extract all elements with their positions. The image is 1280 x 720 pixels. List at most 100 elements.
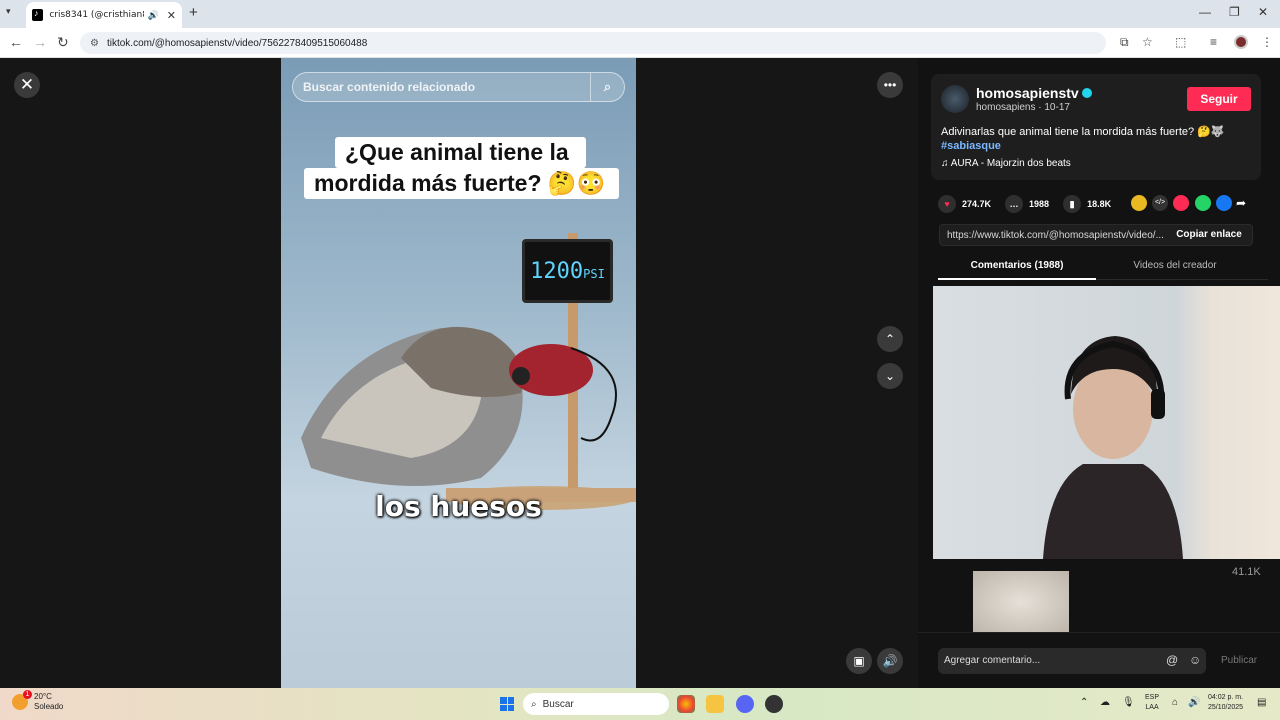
- previous-video-icon[interactable]: ⌃: [877, 326, 903, 352]
- whatsapp-icon[interactable]: [1195, 195, 1211, 211]
- close-tab-icon[interactable]: ✕: [167, 9, 176, 22]
- psi-unit: PSI: [583, 267, 605, 281]
- bookmark-star-icon[interactable]: ☆: [1142, 35, 1153, 49]
- author-card: homosapienstv homosapiens · 10-17 Seguir…: [931, 74, 1261, 180]
- forward-icon[interactable]: →: [33, 34, 47, 50]
- weather-temp: 20°C: [34, 692, 52, 701]
- coin-share-icon[interactable]: [1131, 195, 1147, 211]
- author-username[interactable]: homosapienstv: [976, 85, 1092, 101]
- next-video-icon[interactable]: ⌄: [877, 363, 903, 389]
- microphone-icon[interactable]: 🎙: [1122, 697, 1135, 708]
- window-close-icon[interactable]: ✕: [1258, 5, 1268, 19]
- extensions-icon[interactable]: ⬚: [1175, 35, 1186, 49]
- like-count: 274.7K: [962, 199, 992, 209]
- music-info[interactable]: ♫ AURA - Majorzin dos beats: [941, 158, 1071, 169]
- psi-display: 1200PSI: [522, 239, 613, 303]
- author-avatar[interactable]: [941, 85, 969, 113]
- save-button[interactable]: ▮ 18.8K: [1063, 195, 1111, 213]
- close-icon[interactable]: ✕: [14, 72, 40, 98]
- comment-like-count: 41.1K: [1232, 566, 1261, 578]
- media-controls-icon[interactable]: ≡: [1210, 35, 1217, 49]
- save-count: 18.8K: [1087, 199, 1112, 209]
- weather-desc: Soleado: [34, 702, 64, 711]
- stats-row: ♥ 274.7K … 1988 ▮ 18.8K: [938, 194, 1125, 214]
- new-tab-icon[interactable]: +: [189, 4, 198, 21]
- more-options-icon[interactable]: •••: [877, 72, 903, 98]
- tray-overflow-icon[interactable]: ⌃: [1080, 697, 1088, 708]
- comment-placeholder: Agregar comentario...: [944, 655, 1041, 666]
- comment-image[interactable]: [973, 571, 1069, 633]
- video-description: Adivinarlas que animal tiene la mordida …: [941, 126, 1225, 138]
- restore-icon[interactable]: ❐: [1229, 5, 1240, 19]
- browser-tab-bar: ▾ cris8341 (@cristhian83411) 🔊 ✕ + — ❐ ✕: [0, 0, 1280, 28]
- related-search-placeholder: Buscar contenido relacionado: [303, 80, 476, 94]
- copy-link-row: https://www.tiktok.com/@homosapienstv/vi…: [939, 224, 1253, 246]
- weather-widget[interactable]: 20°CSoleado: [12, 690, 64, 712]
- onedrive-icon[interactable]: ☁: [1100, 697, 1110, 708]
- tab-comments[interactable]: Comentarios (1988): [938, 260, 1096, 280]
- menu-dots-icon[interactable]: ⋮: [1261, 35, 1273, 49]
- back-icon[interactable]: ←: [9, 34, 23, 50]
- video-player[interactable]: Buscar contenido relacionado ⌕ ¿Que anim…: [281, 58, 636, 688]
- speaker-icon[interactable]: 🔊: [148, 10, 159, 21]
- heart-icon: ♥: [938, 195, 956, 213]
- author-handle-date: homosapiens · 10-17: [976, 102, 1070, 113]
- verified-icon: [1081, 88, 1092, 98]
- language-indicator[interactable]: ESP LAA: [1145, 693, 1159, 713]
- volume-icon[interactable]: 🔊: [877, 648, 903, 674]
- discord-icon[interactable]: [736, 695, 754, 713]
- video-stage: ✕ Buscar contenido relacionado ⌕ ¿Que an…: [0, 58, 918, 688]
- browser-tab[interactable]: cris8341 (@cristhian83411) 🔊 ✕: [26, 2, 182, 28]
- sun-icon: [12, 690, 32, 710]
- comment-icon: …: [1005, 195, 1024, 213]
- tiktok-favicon-icon: [32, 8, 44, 21]
- music-note-icon: ♫: [941, 158, 951, 169]
- file-explorer-icon[interactable]: [706, 695, 724, 713]
- app-icon[interactable]: [765, 695, 783, 713]
- comment-button[interactable]: … 1988: [1005, 195, 1049, 213]
- network-icon[interactable]: ⌂: [1172, 697, 1178, 708]
- reload-icon[interactable]: ↻: [57, 34, 69, 51]
- follow-button[interactable]: Seguir: [1187, 87, 1251, 111]
- comment-count: 1988: [1029, 199, 1050, 209]
- clock[interactable]: 04:02 p. m. 25/10/2025: [1208, 693, 1243, 713]
- psi-value: 1200: [530, 259, 584, 284]
- tab-search-icon[interactable]: ▾: [6, 6, 11, 17]
- side-panel: homosapienstv homosapiens · 10-17 Seguir…: [918, 58, 1280, 688]
- search-icon[interactable]: ⌕: [590, 73, 624, 101]
- taskbar-search[interactable]: ⌕ Buscar: [523, 693, 669, 715]
- video-link: https://www.tiktok.com/@homosapienstv/vi…: [947, 230, 1164, 241]
- floating-player-icon[interactable]: ▣: [846, 648, 872, 674]
- publish-button[interactable]: Publicar: [1221, 655, 1257, 666]
- bookmark-icon: ▮: [1063, 195, 1082, 213]
- share-arrow-icon[interactable]: ➦: [1236, 195, 1252, 211]
- related-search-input[interactable]: Buscar contenido relacionado ⌕: [292, 72, 625, 102]
- tab-title: cris8341 (@cristhian83411): [49, 10, 143, 20]
- comment-input[interactable]: Agregar comentario... @ ☺: [938, 648, 1206, 674]
- copy-link-button[interactable]: Copiar enlace: [1166, 225, 1252, 245]
- site-info-icon[interactable]: ⚙: [90, 38, 99, 49]
- like-button[interactable]: ♥ 274.7K: [938, 195, 991, 213]
- profile-avatar[interactable]: [1234, 35, 1248, 49]
- address-bar[interactable]: ⚙ tiktok.com/@homosapienstv/video/756227…: [80, 32, 1106, 54]
- volume-tray-icon[interactable]: 🔊: [1188, 697, 1200, 708]
- notifications-icon[interactable]: ▤: [1257, 697, 1266, 708]
- chrome-icon[interactable]: [677, 695, 695, 713]
- emoji-icon[interactable]: ☺: [1189, 653, 1201, 667]
- video-subtitle: los huesos: [375, 490, 542, 523]
- send-to-friends-icon[interactable]: [1173, 195, 1189, 211]
- tab-creator-videos[interactable]: Videos del creador: [1096, 260, 1254, 271]
- video-caption-line2: mordida más fuerte? 🤔😳: [304, 168, 619, 199]
- minimize-icon[interactable]: —: [1199, 5, 1211, 19]
- mention-icon[interactable]: @: [1166, 653, 1178, 667]
- video-caption-line1: ¿Que animal tiene la: [335, 137, 586, 168]
- embed-icon[interactable]: </>: [1152, 195, 1168, 211]
- install-app-icon[interactable]: ⧉: [1120, 35, 1129, 50]
- panel-tabs: Comentarios (1988) Videos del creador: [938, 256, 1268, 280]
- hashtag-link[interactable]: #sabiasque: [941, 140, 1001, 152]
- search-icon: ⌕: [531, 698, 537, 710]
- comment-bar: Agregar comentario... @ ☺ Publicar: [918, 632, 1280, 688]
- windows-start-icon[interactable]: [500, 697, 514, 711]
- browser-nav-bar: ← → ↻ ⚙ tiktok.com/@homosapienstv/video/…: [0, 28, 1280, 58]
- facebook-icon[interactable]: [1216, 195, 1232, 211]
